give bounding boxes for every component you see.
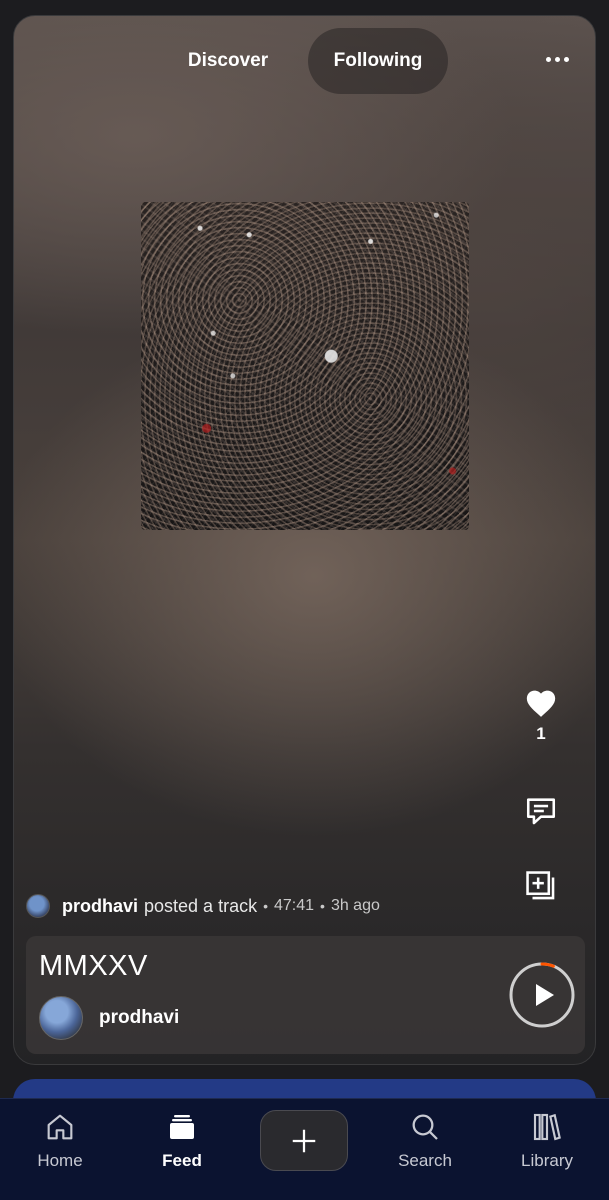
more-dot xyxy=(563,56,569,62)
posted-text: posted a track xyxy=(144,895,258,916)
post-attribution: prodhavi posted a track • 47:41 • 3h ago xyxy=(26,893,380,919)
more-options-button[interactable] xyxy=(537,44,577,74)
artist-name[interactable]: prodhavi xyxy=(99,1007,179,1029)
play-button[interactable] xyxy=(508,961,576,1029)
nav-feed[interactable]: Feed xyxy=(132,1099,232,1200)
feed-card: Discover Following 1 prodhavi posted a t… xyxy=(13,15,596,1065)
track-title[interactable]: MMXXV xyxy=(39,950,148,983)
like-count: 1 xyxy=(536,724,546,743)
poster-name[interactable]: prodhavi xyxy=(62,896,138,917)
heart-icon xyxy=(526,690,556,717)
comment-button[interactable] xyxy=(516,794,566,828)
nav-feed-label: Feed xyxy=(162,1151,202,1170)
nav-search-label: Search xyxy=(398,1151,452,1170)
feed-tabs: Discover Following xyxy=(14,28,595,94)
add-to-playlist-button[interactable] xyxy=(516,869,566,903)
nav-home-label: Home xyxy=(37,1151,83,1170)
track-artwork[interactable] xyxy=(141,202,469,530)
separator-dot: • xyxy=(263,898,268,914)
like-button[interactable]: 1 xyxy=(516,686,566,744)
bottom-nav: Home Feed Search Library xyxy=(0,1098,609,1200)
nav-library[interactable]: Library xyxy=(497,1099,597,1200)
app-screen: Discover Following 1 prodhavi posted a t… xyxy=(0,0,609,1200)
track-duration: 47:41 xyxy=(273,897,315,914)
post-age: 3h ago xyxy=(330,897,380,914)
play-icon xyxy=(536,984,554,1006)
add-to-playlist-icon xyxy=(526,871,555,900)
track-info-panel[interactable]: MMXXV prodhavi xyxy=(26,936,585,1054)
artist-avatar[interactable] xyxy=(39,996,83,1040)
nav-library-label: Library xyxy=(521,1151,573,1170)
home-icon xyxy=(47,1114,73,1140)
create-button[interactable] xyxy=(260,1110,348,1171)
feed-icon xyxy=(170,1115,194,1139)
tab-following[interactable]: Following xyxy=(308,28,448,94)
play-progress-arc xyxy=(540,962,555,968)
nav-home[interactable]: Home xyxy=(10,1099,110,1200)
more-dot xyxy=(554,56,560,62)
nav-search[interactable]: Search xyxy=(375,1099,475,1200)
plus-icon xyxy=(292,1129,316,1152)
artist-row[interactable]: prodhavi xyxy=(39,994,179,1042)
tab-discover[interactable]: Discover xyxy=(172,28,284,94)
comment-icon xyxy=(526,798,556,825)
more-dots-icon xyxy=(545,56,551,62)
poster-avatar[interactable] xyxy=(26,894,50,918)
library-icon xyxy=(533,1113,561,1141)
search-icon xyxy=(412,1114,438,1140)
separator-dot: • xyxy=(320,898,325,914)
